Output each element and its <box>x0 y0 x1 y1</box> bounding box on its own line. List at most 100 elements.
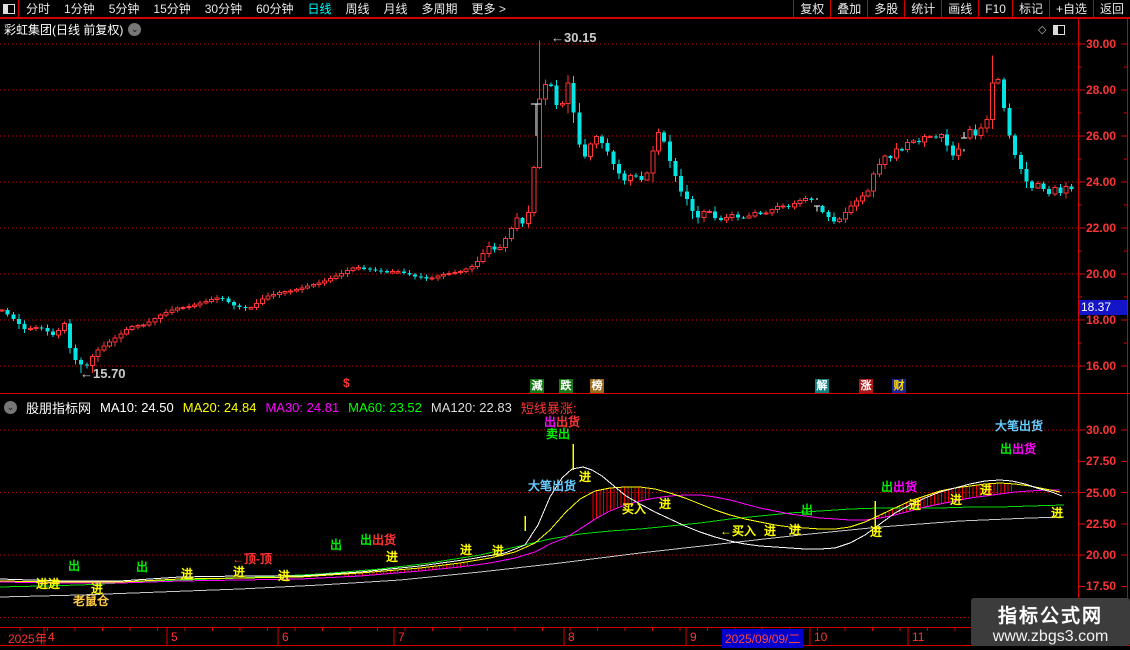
window-split-icon <box>3 3 15 14</box>
signal-text: 进 <box>659 497 672 511</box>
tab-1min[interactable]: 1分钟 <box>57 0 102 17</box>
signal-text: 出 <box>801 503 814 517</box>
panel-toggle-icon[interactable] <box>1053 24 1066 35</box>
toolbar-buttons: 复权 叠加 多股 统计 画线 F10 标记 +自选 返回 <box>793 0 1130 17</box>
price-annotation: ←15.70 <box>80 366 126 381</box>
price-axis-label: 26.00 <box>1086 129 1117 143</box>
btn-add-watchlist[interactable]: +自选 <box>1048 0 1093 17</box>
diamond-icon[interactable]: ◇ <box>1038 23 1046 36</box>
ma-value-label: MA30: 24.81 <box>265 399 340 415</box>
signal-label: 买入 <box>622 503 646 516</box>
signal-label: 出出货 <box>1000 443 1036 456</box>
signal-text: 进 <box>492 544 505 558</box>
signal-label: 进 <box>659 498 671 511</box>
signal-label: 进 <box>909 499 921 512</box>
signal-text: ←买入 <box>720 524 757 538</box>
watermark-title: 指标公式网 <box>997 606 1103 627</box>
signal-text: 大笔出货 <box>528 479 577 493</box>
tab-5min[interactable]: 5分钟 <box>102 0 147 17</box>
signal-text: 进 <box>789 523 802 537</box>
signal-text: 进 <box>460 543 473 557</box>
collapse-chevron-icon[interactable]: ⌄ <box>4 400 17 414</box>
signal-text: 出 <box>330 538 343 552</box>
signal-text: 出 <box>1000 442 1013 456</box>
tab-intraday[interactable]: 分时 <box>19 0 57 17</box>
chart-title-row: 彩虹集团(日线 前复权) ⌄ <box>4 21 142 38</box>
month-label: 5 <box>171 630 178 644</box>
signal-label: 大笔出货 <box>528 480 576 493</box>
chart-graphics[interactable] <box>0 0 1130 650</box>
cursor-date-badge: 2025/09/09/二 <box>722 629 804 648</box>
signal-text: 大笔出货 <box>995 419 1044 433</box>
ma-value-label: MA60: 23.52 <box>348 399 422 415</box>
signal-label: 出 <box>330 539 342 552</box>
tab-more[interactable]: 更多 > <box>465 0 513 17</box>
signal-label: 出 <box>801 504 813 517</box>
btn-f10[interactable]: F10 <box>978 0 1012 17</box>
signal-label: 进 <box>278 570 290 583</box>
news-flag-badge: 涨 <box>859 379 873 393</box>
window-split-button[interactable] <box>0 0 19 17</box>
chevron-down-icon[interactable]: ⌄ <box>128 23 142 36</box>
signal-label: 进 <box>789 524 801 537</box>
signal-text: 进 <box>386 550 399 564</box>
tab-daily[interactable]: 日线 <box>300 0 338 17</box>
tab-60min[interactable]: 60分钟 <box>249 0 300 17</box>
news-flag-badge: 跌 <box>559 379 573 393</box>
current-price-badge: 18.37 <box>1079 300 1127 315</box>
top-toolbar: 分时 1分钟 5分钟 15分钟 30分钟 60分钟 日线 周线 月线 多周期 更多 > 复权 叠加 多股… <box>0 0 1130 18</box>
month-label: 11 <box>912 630 925 644</box>
stock-title: 彩虹集团(日线 前复权) <box>4 23 124 37</box>
signal-text: 进 <box>980 483 993 497</box>
news-flag-badge: 榜 <box>590 379 604 393</box>
month-label: 7 <box>398 630 405 644</box>
signal-text: 出 <box>68 559 81 573</box>
price-annotation: $ <box>343 376 350 390</box>
month-label: 10 <box>814 630 828 644</box>
news-flag-badge: 減 <box>530 379 544 393</box>
watermark-box: 指标公式网 www.zbgs3.com <box>971 598 1130 646</box>
btn-stats[interactable]: 统计 <box>904 0 941 17</box>
indicator-axis-label: 27.50 <box>1086 454 1117 469</box>
btn-mark[interactable]: 标记 <box>1011 0 1049 17</box>
signal-label: 进 <box>181 568 193 581</box>
news-flag-badge: 财 <box>892 379 906 393</box>
month-label: 4 <box>48 630 55 644</box>
tab-30min[interactable]: 30分钟 <box>198 0 249 17</box>
ma-value-label: MA10: 24.50 <box>100 399 174 415</box>
signal-label: 出 <box>136 561 148 574</box>
indicator-axis-label: 30.00 <box>1086 423 1117 437</box>
btn-draw[interactable]: 画线 <box>941 0 978 17</box>
signal-text: 出 <box>360 533 373 547</box>
price-axis-label: 18.00 <box>1086 313 1117 327</box>
signal-label: 出 <box>68 560 80 573</box>
signal-label: 进 <box>870 526 882 539</box>
indicator-axis-label: 17.50 <box>1086 579 1117 594</box>
tab-15min[interactable]: 15分钟 <box>146 0 197 17</box>
signal-label: 出出货 <box>360 534 396 547</box>
month-label: 8 <box>568 630 575 644</box>
news-flag-badge: 解 <box>815 379 829 393</box>
app-window: 分时 1分钟 5分钟 15分钟 30分钟 60分钟 日线 周线 月线 多周期 更多 > 复权 叠加 多股… <box>0 0 1130 650</box>
signal-label: 进 <box>233 566 245 579</box>
tab-weekly[interactable]: 周线 <box>338 0 376 17</box>
indicator-axis-label: 22.50 <box>1086 516 1117 531</box>
btn-overlay[interactable]: 叠加 <box>830 0 867 17</box>
tab-monthly[interactable]: 月线 <box>377 0 415 17</box>
signal-text: 出 <box>881 480 894 494</box>
year-label: 2025年 <box>8 632 47 646</box>
signal-label: 进 <box>764 525 776 538</box>
month-label: 6 <box>282 630 289 644</box>
btn-adjust[interactable]: 复权 <box>793 0 830 17</box>
watermark-url: www.zbgs3.com <box>992 628 1109 645</box>
signal-text: 进进 <box>36 577 61 591</box>
ma-value-label: 短线暴涨: <box>520 400 577 416</box>
tab-multi-period[interactable]: 多周期 <box>415 0 465 17</box>
signal-label: 进 <box>1051 507 1063 520</box>
price-axis-label: 30.00 <box>1086 37 1117 51</box>
btn-multi-stock[interactable]: 多股 <box>867 0 904 17</box>
signal-text: 进 <box>181 567 194 581</box>
date-axis[interactable]: 2025年 4 5 6 7 8 9 10 11 2025/09/09/二 <box>0 629 1130 648</box>
price-axis-label: 28.00 <box>1086 83 1117 97</box>
btn-back[interactable]: 返回 <box>1092 0 1130 17</box>
